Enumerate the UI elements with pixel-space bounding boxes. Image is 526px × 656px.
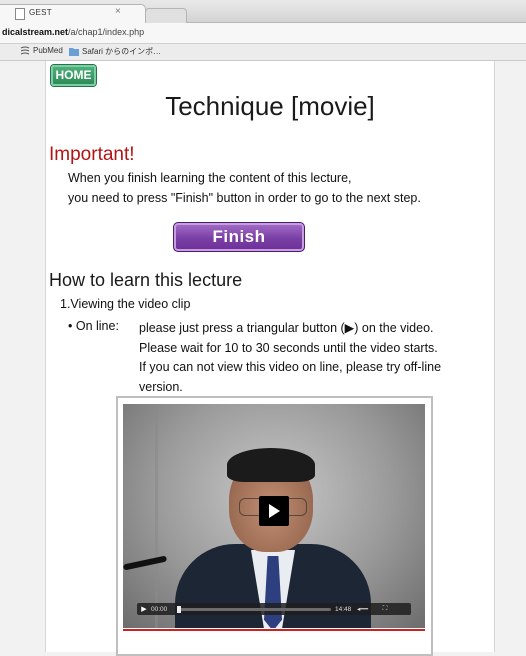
fullscreen-icon[interactable]: ⛶: [379, 605, 391, 613]
duration: 14:48: [335, 605, 352, 613]
bullet-line: please just press a triangular button (▶…: [139, 321, 434, 335]
important-heading: Important!: [49, 144, 135, 165]
seek-knob[interactable]: [177, 605, 181, 613]
browser-tab-bar: ❯ GEST ×: [0, 0, 526, 23]
browser-tab[interactable]: GEST ×: [0, 4, 146, 23]
new-tab-button[interactable]: [145, 8, 187, 23]
video-player[interactable]: ▶ 00:00 14:48 ◂━━ ⛶: [123, 404, 425, 628]
video-accent-line: [123, 629, 425, 631]
volume-icon[interactable]: ◂━━: [357, 605, 379, 613]
url-domain: dicalstream.net: [2, 27, 69, 37]
bookmark-label: PubMed: [33, 46, 63, 55]
important-text-line1: When you finish learning the content of …: [68, 171, 352, 185]
bullet-online-text: please just press a triangular button (▶…: [139, 319, 479, 397]
page-content: HOME Technique [movie] Important! When y…: [45, 61, 495, 656]
step-viewing-video: 1.Viewing the video clip: [60, 297, 191, 311]
bullet-line: version.: [139, 379, 183, 394]
bookmark-safari-import[interactable]: Safari からのインポ…: [69, 46, 161, 57]
presenter-hair: [227, 448, 315, 482]
url-text: dicalstream.net/a/chap1/index.php: [2, 27, 144, 37]
video-background-line: [155, 404, 158, 628]
video-player-frame: ▶ 00:00 14:48 ◂━━ ⛶: [116, 396, 433, 656]
microphone-shape: [123, 555, 168, 571]
page-title: Technique [movie]: [165, 91, 375, 121]
video-controls-bar: ▶ 00:00 14:48 ◂━━ ⛶: [137, 603, 411, 615]
bookmark-pubmed[interactable]: PubMed: [20, 46, 63, 55]
finish-button[interactable]: Finish: [173, 222, 305, 252]
seek-bar[interactable]: [177, 605, 331, 613]
url-path: /a/chap1/index.php: [68, 27, 145, 37]
control-play-icon[interactable]: ▶: [137, 605, 151, 613]
video-play-overlay-button[interactable]: [259, 496, 289, 526]
howto-heading: How to learn this lecture: [49, 270, 243, 290]
important-text-line2: you need to press "Finish" button in ord…: [68, 191, 421, 205]
home-button[interactable]: HOME: [51, 65, 96, 86]
bullet-online-label: • On line:: [68, 319, 119, 333]
folder-icon: [69, 48, 79, 56]
current-time: 00:00: [151, 605, 168, 613]
play-icon: [269, 504, 280, 518]
bookmarks-bar: PubMed Safari からのインポ…: [0, 44, 526, 61]
bullet-line: Please wait for 10 to 30 seconds until t…: [139, 340, 438, 355]
address-bar[interactable]: dicalstream.net/a/chap1/index.php: [0, 23, 526, 44]
bookmark-label: Safari からのインポ…: [82, 47, 162, 56]
tab-close-icon[interactable]: ×: [115, 6, 121, 17]
bullet-line: If you can not view this video on line, …: [139, 360, 442, 374]
page-favicon-icon: [15, 8, 25, 20]
tab-title: GEST: [29, 8, 52, 17]
pubmed-icon: [20, 46, 30, 55]
